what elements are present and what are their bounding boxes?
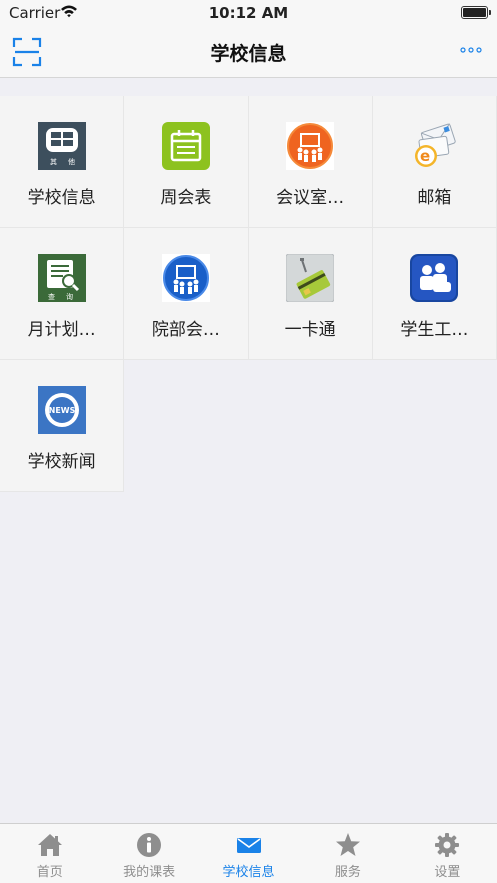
other-icon: 其 他 <box>37 122 86 170</box>
tab-label: 设置 <box>434 865 461 880</box>
tab-bar: 首页 我的课表 学校信息 服务 设置 <box>0 823 497 883</box>
grid-item-campus-card[interactable]: 一卡通 <box>248 228 373 360</box>
tab-settings[interactable]: 设置 <box>398 824 497 883</box>
grid-item-department-meeting[interactable]: 院部会… <box>124 228 249 360</box>
tab-school-info[interactable]: 学校信息 <box>199 824 298 883</box>
home-icon <box>37 834 62 856</box>
grid-item-school-news[interactable]: NEWS 学校新闻 <box>0 360 125 492</box>
envelope-icon <box>236 838 261 853</box>
card-icon <box>286 254 335 302</box>
svg-text:他: 他 <box>68 157 75 166</box>
page-title: 学校信息 <box>210 43 287 65</box>
battery-icon <box>461 6 491 19</box>
grid-item-meeting-room[interactable]: 会议室… <box>248 96 373 228</box>
grid-item-label: 邮箱 <box>417 188 452 208</box>
grid-item-label: 周会表 <box>160 188 212 208</box>
navigation-bar: 学校信息 <box>0 26 497 78</box>
student-work-icon <box>410 254 459 302</box>
grid-item-monthly-plan[interactable]: 查 询 月计划… <box>0 228 125 360</box>
more-icon[interactable] <box>459 44 483 56</box>
gear-icon <box>435 833 460 857</box>
grid-item-label: 一卡通 <box>284 320 336 340</box>
tab-label: 我的课表 <box>123 865 176 880</box>
status-bar: Carrier 10:12 AM <box>0 0 497 26</box>
grid-item-label: 月计划… <box>27 320 96 340</box>
star-icon <box>335 833 360 856</box>
tab-home[interactable]: 首页 <box>0 824 99 883</box>
news-icon: NEWS <box>37 386 86 434</box>
monthly-plan-icon: 查 询 <box>37 254 86 302</box>
svg-text:其: 其 <box>50 158 57 166</box>
svg-text:询: 询 <box>66 292 73 301</box>
service-grid: 其 他 学校信息 周会表 会议室… e 邮箱 查 询 月计划… 院部会… 一卡通… <box>0 96 497 492</box>
svg-text:e: e <box>420 147 430 165</box>
grid-item-label: 院部会… <box>151 320 220 340</box>
tab-label: 服务 <box>334 865 361 880</box>
grid-item-school-info[interactable]: 其 他 学校信息 <box>0 96 125 228</box>
grid-item-label: 学校新闻 <box>27 452 96 472</box>
calendar-icon <box>161 122 210 170</box>
tab-label: 首页 <box>36 865 63 880</box>
tab-my-schedule[interactable]: 我的课表 <box>99 824 198 883</box>
clock: 10:12 AM <box>208 4 289 22</box>
tab-label: 学校信息 <box>222 865 275 880</box>
meeting-room-icon <box>286 122 335 170</box>
svg-text:查: 查 <box>48 292 55 301</box>
grid-item-student-work[interactable]: 学生工… <box>372 228 497 360</box>
grid-item-label: 学生工… <box>400 320 469 340</box>
grid-item-weekly-meeting[interactable]: 周会表 <box>124 96 249 228</box>
svg-text:NEWS: NEWS <box>48 406 75 415</box>
department-meeting-icon <box>161 254 210 302</box>
mail-icon: e <box>415 123 457 167</box>
info-icon <box>137 833 162 857</box>
tab-service[interactable]: 服务 <box>298 824 397 883</box>
grid-item-label: 会议室… <box>276 188 345 208</box>
grid-item-label: 学校信息 <box>27 188 96 208</box>
grid-item-mailbox[interactable]: e 邮箱 <box>372 96 497 228</box>
